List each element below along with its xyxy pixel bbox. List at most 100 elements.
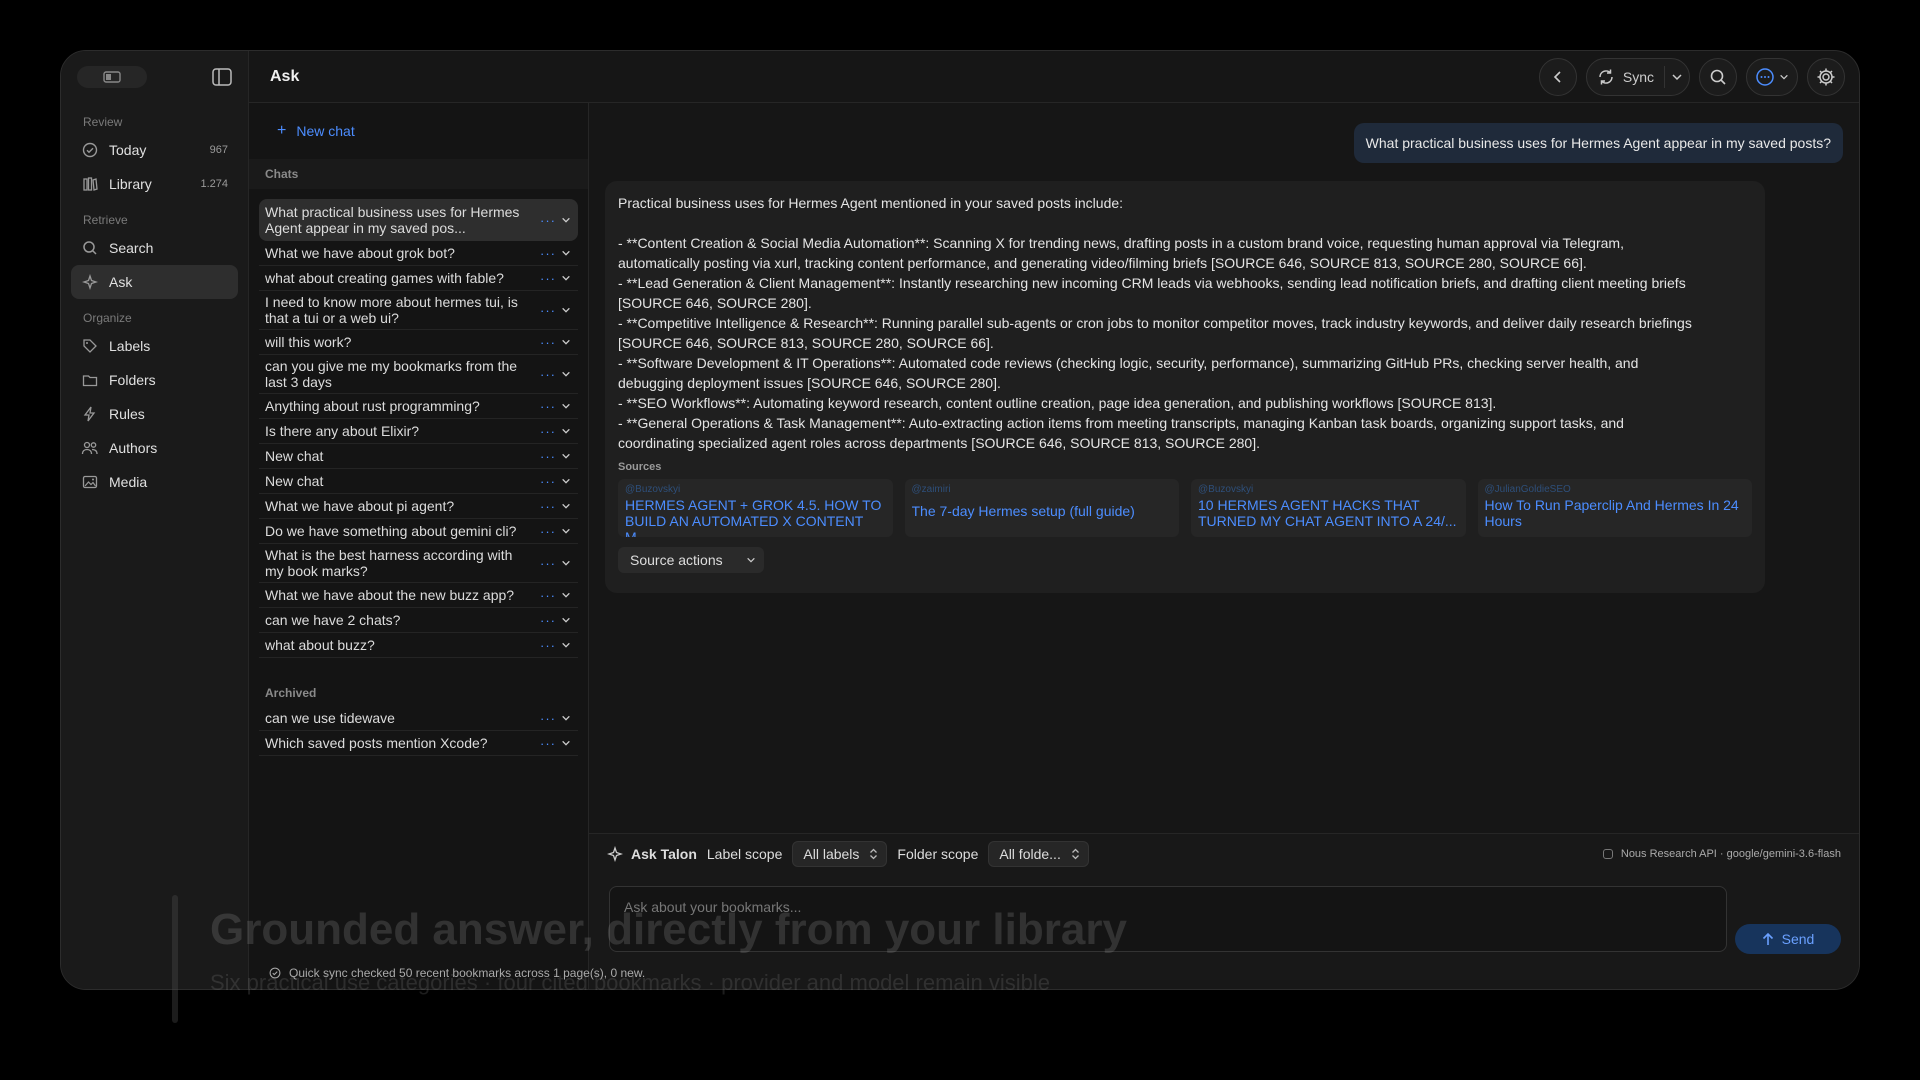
chevron-down-icon[interactable]	[560, 475, 572, 487]
chat-list-item[interactable]: What we have about pi agent? ···	[259, 494, 578, 519]
settings-button[interactable]	[1807, 57, 1845, 96]
tag-icon	[81, 337, 99, 355]
source-title: How To Run Paperclip And Hermes In 24 Ho…	[1484, 497, 1739, 529]
chat-list-item[interactable]: can we have 2 chats? ···	[259, 608, 578, 633]
sync-icon	[1599, 69, 1613, 84]
chevron-down-icon[interactable]	[560, 639, 572, 651]
chat-list-item[interactable]: Anything about rust programming? ···	[259, 394, 578, 419]
chevron-down-icon[interactable]	[560, 272, 572, 284]
chat-list-item[interactable]: Do we have something about gemini cli? ··…	[259, 519, 578, 544]
chevron-down-icon[interactable]	[560, 589, 572, 601]
chat-list-item[interactable]: What is the best harness according with …	[259, 544, 578, 583]
chevron-down-icon	[747, 557, 755, 563]
chevron-down-icon[interactable]	[560, 557, 572, 569]
label-scope-select[interactable]: All labels	[792, 841, 888, 867]
more-options-icon[interactable]: ···	[540, 271, 556, 286]
more-options-icon[interactable]: ···	[540, 213, 556, 228]
more-options-icon[interactable]: ···	[540, 246, 556, 261]
sidebar-item-folders[interactable]: Folders	[71, 363, 238, 397]
window-icon	[103, 71, 121, 83]
chevron-down-icon[interactable]	[560, 368, 572, 380]
chat-title: what about buzz?	[265, 637, 375, 653]
more-options-icon[interactable]: ···	[540, 499, 556, 514]
more-options-icon[interactable]: ···	[540, 367, 556, 382]
chat-title: What we have about the new buzz app?	[265, 587, 515, 603]
chat-list-item[interactable]: will this work? ···	[259, 330, 578, 355]
users-icon	[81, 439, 99, 457]
sidebar-item-media[interactable]: Media	[71, 465, 238, 499]
search-button[interactable]	[1699, 57, 1737, 96]
more-options-icon[interactable]: ···	[540, 711, 556, 726]
more-options-icon[interactable]: ···	[540, 638, 556, 653]
sync-button[interactable]: Sync	[1585, 57, 1690, 96]
sidebar-item-search[interactable]: Search	[71, 231, 238, 265]
sidebar-item-today[interactable]: Today 967	[71, 133, 238, 167]
more-options-icon[interactable]: ···	[540, 736, 556, 751]
source-card[interactable]: @zaimiri The 7-day Hermes setup (full gui…	[904, 479, 1179, 537]
sidebar-item-authors[interactable]: Authors	[71, 431, 238, 465]
search-icon	[1710, 69, 1726, 85]
chat-title: will this work?	[265, 334, 352, 350]
sparkle-icon	[81, 273, 99, 291]
chevron-down-icon[interactable]	[560, 737, 572, 749]
sidebar-group-review: Review	[83, 115, 123, 129]
chat-list-item[interactable]: what about buzz? ···	[259, 633, 578, 658]
chat-list-item[interactable]: Is there any about Elixir? ···	[259, 419, 578, 444]
chat-list-item[interactable]: New chat ···	[259, 444, 578, 469]
chevron-down-icon[interactable]	[560, 450, 572, 462]
source-handle: @JulianGoldieSEO	[1484, 484, 1571, 495]
sidebar-item-library[interactable]: Library 1.274	[71, 167, 238, 201]
chat-title: can we use tidewave	[265, 710, 395, 726]
chat-list-item[interactable]: New chat ···	[259, 469, 578, 494]
chevron-down-icon[interactable]	[560, 336, 572, 348]
chevron-down-icon[interactable]	[560, 247, 572, 259]
back-button[interactable]	[1538, 57, 1577, 96]
more-options-icon[interactable]: ···	[540, 524, 556, 539]
chat-list-item[interactable]: can we use tidewave ···	[259, 706, 578, 731]
chat-list-item[interactable]: I need to know more about hermes tui, is…	[259, 291, 578, 330]
folder-scope-select[interactable]: All folde...	[988, 841, 1089, 867]
sidebar-toggle-icon[interactable]	[210, 65, 234, 89]
label-scope-value: All labels	[803, 846, 860, 862]
new-chat-label: New chat	[296, 123, 355, 139]
chevron-down-icon[interactable]	[560, 614, 572, 626]
account-menu-button[interactable]	[1746, 57, 1798, 96]
chat-list-item[interactable]: what about creating games with fable? ···	[259, 266, 578, 291]
more-options-icon[interactable]: ···	[540, 474, 556, 489]
chevron-down-icon[interactable]	[560, 214, 572, 226]
sidebar-item-rules[interactable]: Rules	[71, 397, 238, 431]
more-options-icon[interactable]: ···	[540, 613, 556, 628]
chevron-down-icon[interactable]	[560, 500, 572, 512]
more-options-icon[interactable]: ···	[540, 303, 556, 318]
sidebar-item-ask[interactable]: Ask	[71, 265, 238, 299]
chat-list-item[interactable]: What we have about the new buzz app? ···	[259, 583, 578, 608]
chevron-down-icon[interactable]	[560, 525, 572, 537]
chevron-down-icon[interactable]	[560, 304, 572, 316]
send-button[interactable]: Send	[1735, 924, 1841, 954]
more-options-icon[interactable]: ···	[540, 556, 556, 571]
more-options-icon[interactable]: ···	[540, 399, 556, 414]
source-card[interactable]: @JulianGoldieSEO How To Run Paperclip And…	[1477, 479, 1752, 537]
chevron-down-icon[interactable]	[560, 400, 572, 412]
answer-line: - **Content Creation & Social Media Auto…	[618, 235, 1624, 251]
label-scope-label: Label scope	[706, 846, 783, 862]
chat-list-item[interactable]: What practical business uses for Hermes …	[259, 199, 578, 241]
window-controls[interactable]	[77, 66, 147, 88]
more-options-icon[interactable]: ···	[540, 449, 556, 464]
sidebar-item-labels[interactable]: Labels	[71, 329, 238, 363]
more-options-icon[interactable]: ···	[540, 424, 556, 439]
new-chat-button[interactable]: + New chat	[249, 103, 588, 159]
chat-list-item[interactable]: can you give me my bookmarks from the la…	[259, 355, 578, 394]
chevron-down-icon[interactable]	[1671, 71, 1683, 83]
model-indicator: Nous Research API · google/gemini-3.6-fl…	[1602, 848, 1841, 860]
chevron-down-icon[interactable]	[560, 712, 572, 724]
source-actions-dropdown[interactable]: Source actions	[618, 547, 764, 573]
chat-list-item[interactable]: What we have about grok bot? ···	[259, 241, 578, 266]
assistant-answer: Practical business uses for Hermes Agent…	[605, 181, 1765, 593]
source-card[interactable]: @Buzovskyi HERMES AGENT + GROK 4.5. HOW T…	[618, 479, 893, 537]
chevron-down-icon[interactable]	[560, 425, 572, 437]
chat-list-item[interactable]: Which saved posts mention Xcode? ···	[259, 731, 578, 756]
more-options-icon[interactable]: ···	[540, 588, 556, 603]
source-card[interactable]: @Buzovskyi 10 HERMES AGENT HACKS THAT TUR…	[1191, 479, 1466, 537]
more-options-icon[interactable]: ···	[540, 335, 556, 350]
